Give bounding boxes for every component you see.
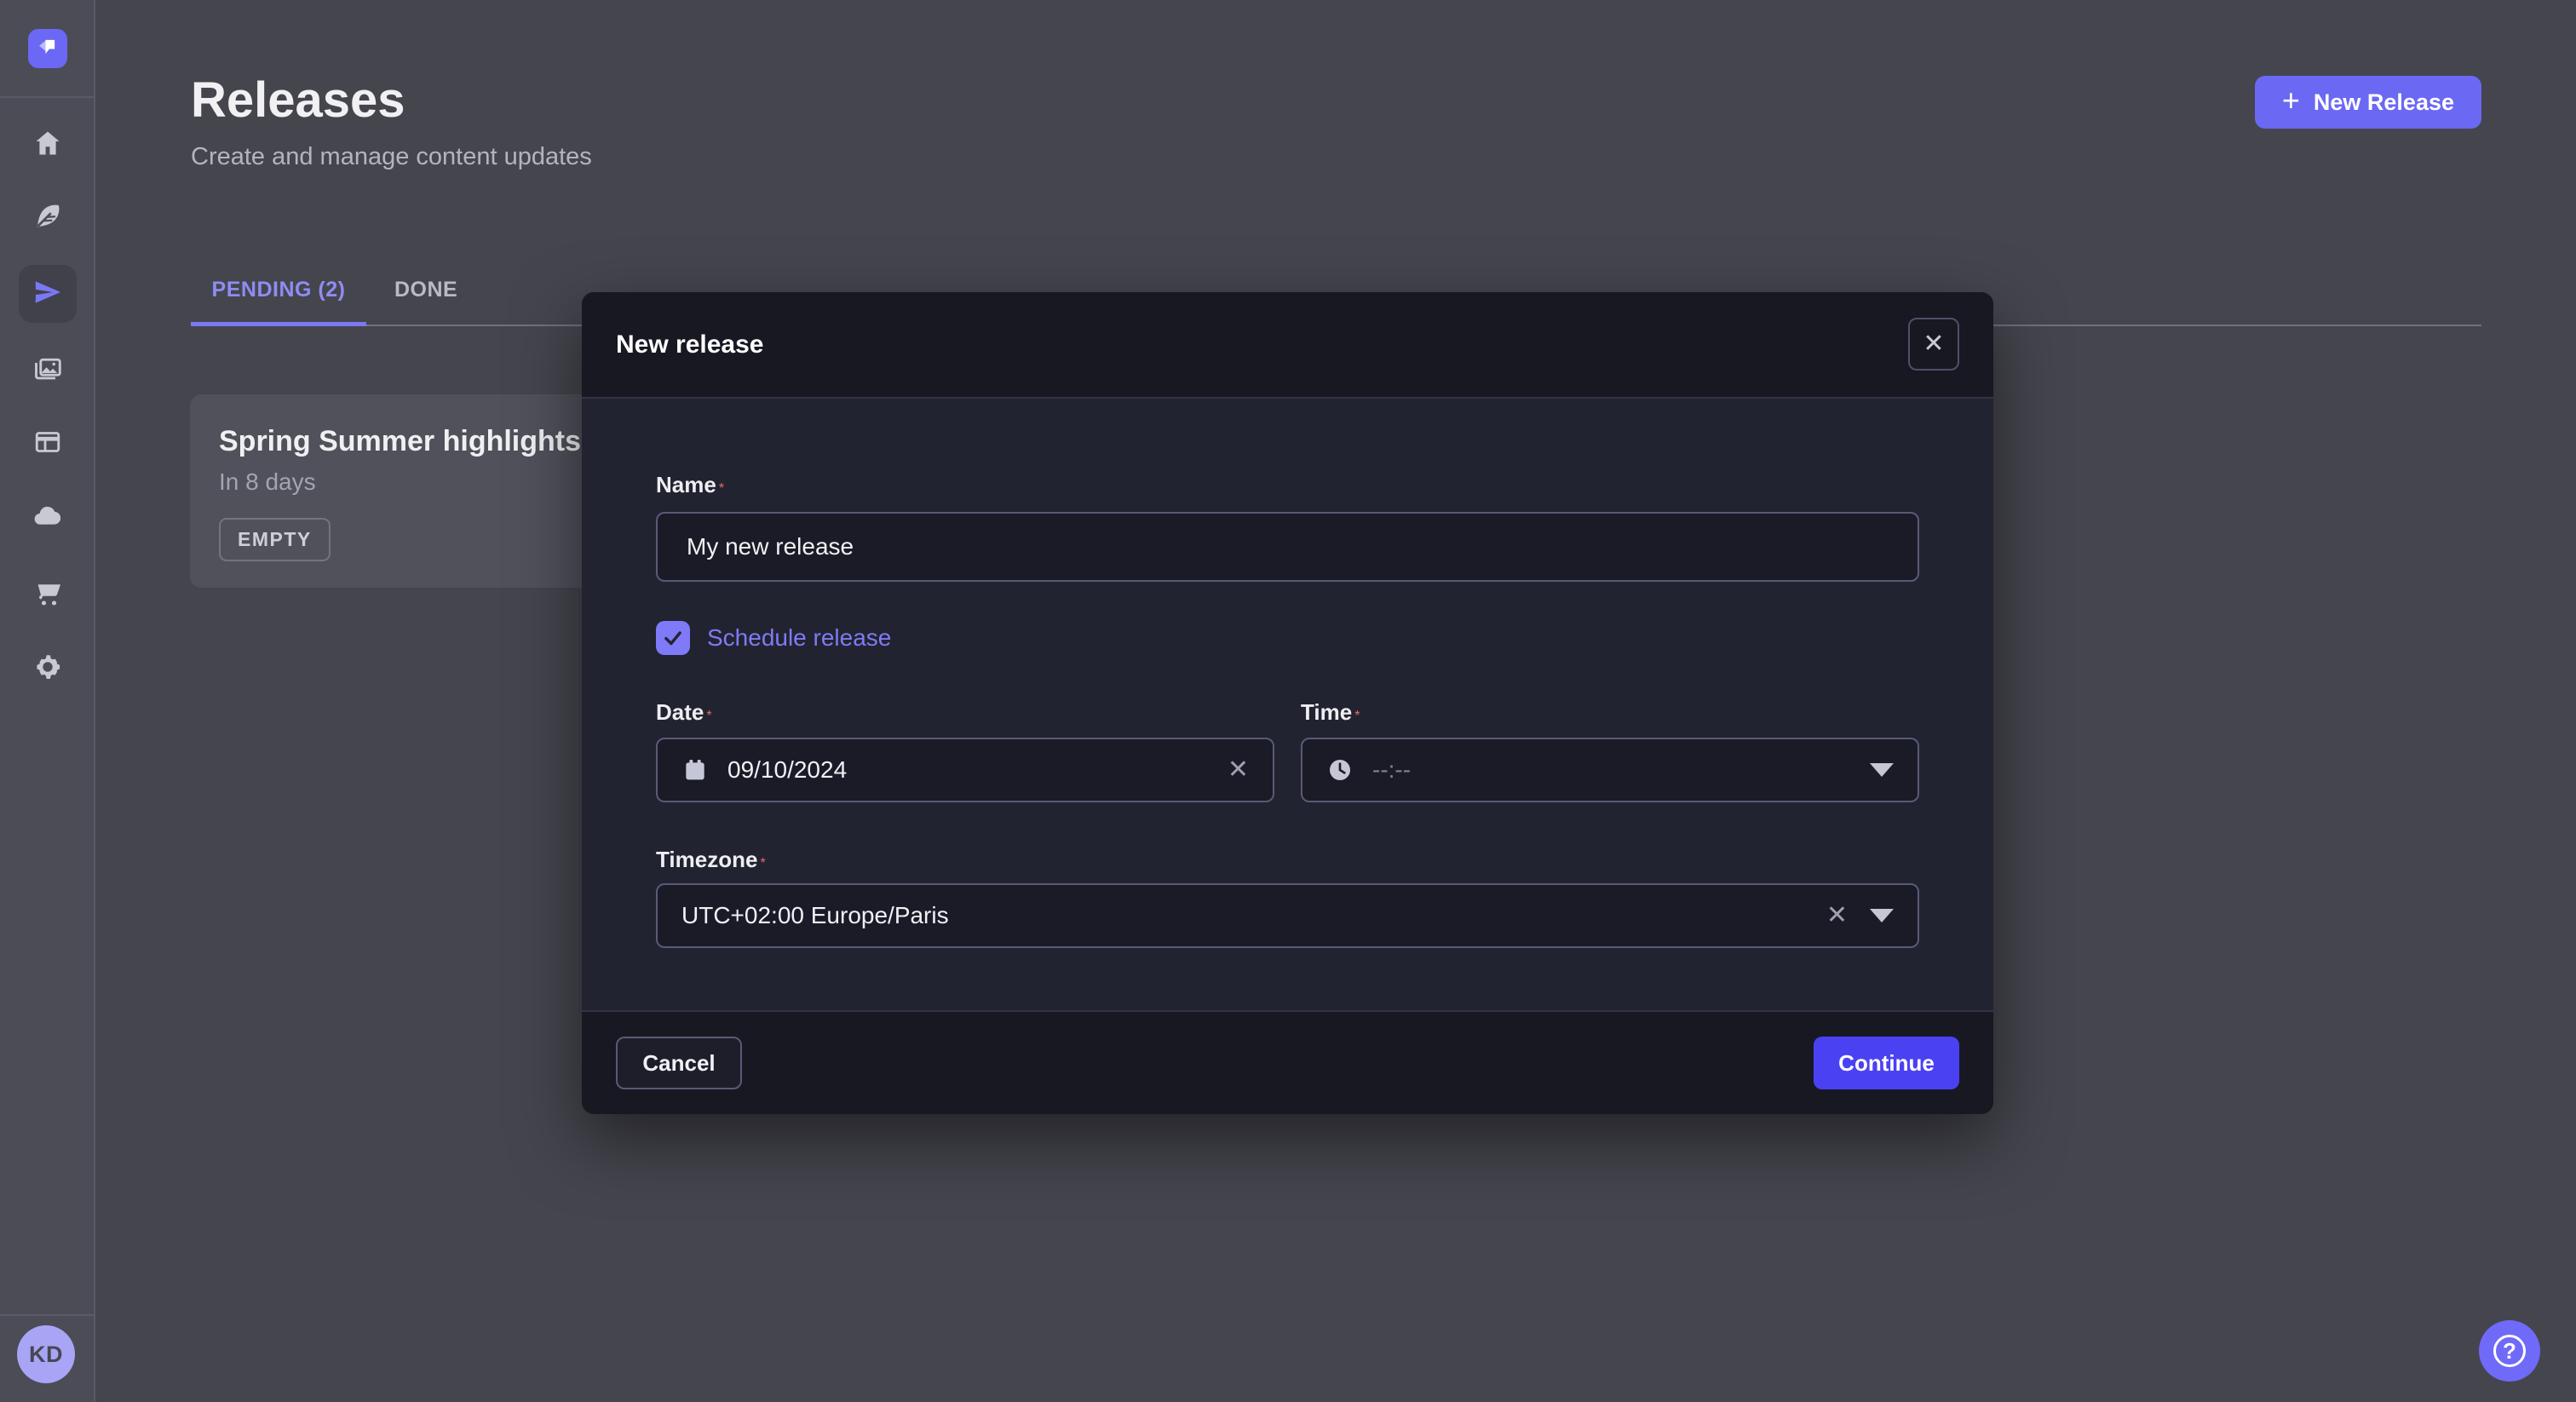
date-time-row: Date* 09/10/2024 ✕ Time* --:-- xyxy=(656,699,1919,802)
images-icon xyxy=(32,353,63,388)
schedule-checkbox-label: Schedule release xyxy=(707,624,891,652)
name-input[interactable]: My new release xyxy=(656,512,1919,582)
required-marker: * xyxy=(706,709,711,723)
time-field-group: Time* --:-- xyxy=(1301,699,1919,802)
date-label: Date xyxy=(656,699,704,725)
name-field-group: Name* My new release xyxy=(656,472,1919,582)
modal-body: Name* My new release Schedule release Da… xyxy=(582,399,1993,948)
check-icon xyxy=(662,627,684,649)
feather-icon xyxy=(32,201,63,236)
modal-title: New release xyxy=(616,330,763,359)
required-marker: * xyxy=(719,481,724,496)
clock-icon xyxy=(1326,756,1354,784)
app-logo[interactable] xyxy=(28,29,67,68)
modal-header: New release ✕ xyxy=(582,292,1993,399)
page-subtitle: Create and manage content updates xyxy=(191,143,592,171)
timezone-input[interactable]: UTC+02:00 Europe/Paris ✕ xyxy=(656,883,1919,948)
schedule-release-checkbox-row[interactable]: Schedule release xyxy=(656,621,1919,655)
release-card-title: Spring Summer highlights xyxy=(219,425,638,458)
modal-close-button[interactable]: ✕ xyxy=(1908,318,1959,371)
sidebar-item-commerce[interactable] xyxy=(19,566,77,623)
sidebar-item-cloud[interactable] xyxy=(19,489,77,547)
timezone-label: Timezone xyxy=(656,847,757,872)
new-release-modal: New release ✕ Name* My new release Sched… xyxy=(582,292,1993,1114)
time-label: Time xyxy=(1301,699,1352,725)
user-avatar[interactable]: KD xyxy=(17,1325,75,1383)
sidebar-bottom-divider xyxy=(0,1314,94,1316)
continue-button[interactable]: Continue xyxy=(1814,1037,1959,1089)
sidebar-item-home[interactable] xyxy=(19,116,77,174)
tab-done[interactable]: DONE xyxy=(393,278,457,325)
cart-icon xyxy=(32,577,63,612)
cloud-icon xyxy=(32,501,63,536)
chevron-down-icon[interactable] xyxy=(1870,763,1894,777)
question-mark-icon: ? xyxy=(2493,1335,2526,1367)
sidebar-item-media[interactable] xyxy=(19,341,77,399)
calendar-icon xyxy=(681,756,709,784)
new-release-button[interactable]: + New Release xyxy=(2255,76,2481,129)
sidebar-item-settings[interactable] xyxy=(19,640,77,698)
plus-icon: + xyxy=(2282,85,2300,116)
sidebar-item-releases[interactable] xyxy=(19,265,77,323)
time-input-placeholder: --:-- xyxy=(1372,756,1848,784)
sidebar-item-pages[interactable] xyxy=(19,415,77,473)
name-label: Name xyxy=(656,472,716,497)
date-field-group: Date* 09/10/2024 ✕ xyxy=(656,699,1274,802)
date-clear-icon[interactable]: ✕ xyxy=(1228,757,1249,783)
page-title: Releases xyxy=(191,72,405,129)
schedule-checkbox[interactable] xyxy=(656,621,690,655)
gear-icon xyxy=(32,652,63,687)
date-input-value: 09/10/2024 xyxy=(727,756,1228,784)
time-input[interactable]: --:-- xyxy=(1301,738,1919,802)
sidebar-divider xyxy=(0,96,94,98)
timezone-input-value: UTC+02:00 Europe/Paris xyxy=(681,902,1826,929)
timezone-field-group: Timezone* UTC+02:00 Europe/Paris ✕ xyxy=(656,847,1919,948)
sidebar: KD xyxy=(0,0,95,1402)
new-release-button-label: New Release xyxy=(2314,89,2454,116)
required-marker: * xyxy=(760,856,765,871)
sidebar-item-content[interactable] xyxy=(19,189,77,247)
required-marker: * xyxy=(1354,709,1360,723)
release-card-due: In 8 days xyxy=(219,468,638,496)
close-icon: ✕ xyxy=(1923,331,1944,357)
modal-footer: Cancel Continue xyxy=(582,1010,1993,1114)
send-icon xyxy=(32,277,63,312)
brand-icon xyxy=(35,34,60,64)
help-button[interactable]: ? xyxy=(2479,1320,2540,1382)
layout-icon xyxy=(32,427,63,462)
date-input[interactable]: 09/10/2024 ✕ xyxy=(656,738,1274,802)
release-card-badge: EMPTY xyxy=(219,518,331,561)
cancel-button[interactable]: Cancel xyxy=(616,1037,742,1089)
tab-pending[interactable]: PENDING (2) xyxy=(191,278,366,326)
timezone-clear-icon[interactable]: ✕ xyxy=(1826,903,1848,928)
home-icon xyxy=(32,128,63,163)
name-input-value: My new release xyxy=(687,533,854,560)
chevron-down-icon[interactable] xyxy=(1870,909,1894,922)
